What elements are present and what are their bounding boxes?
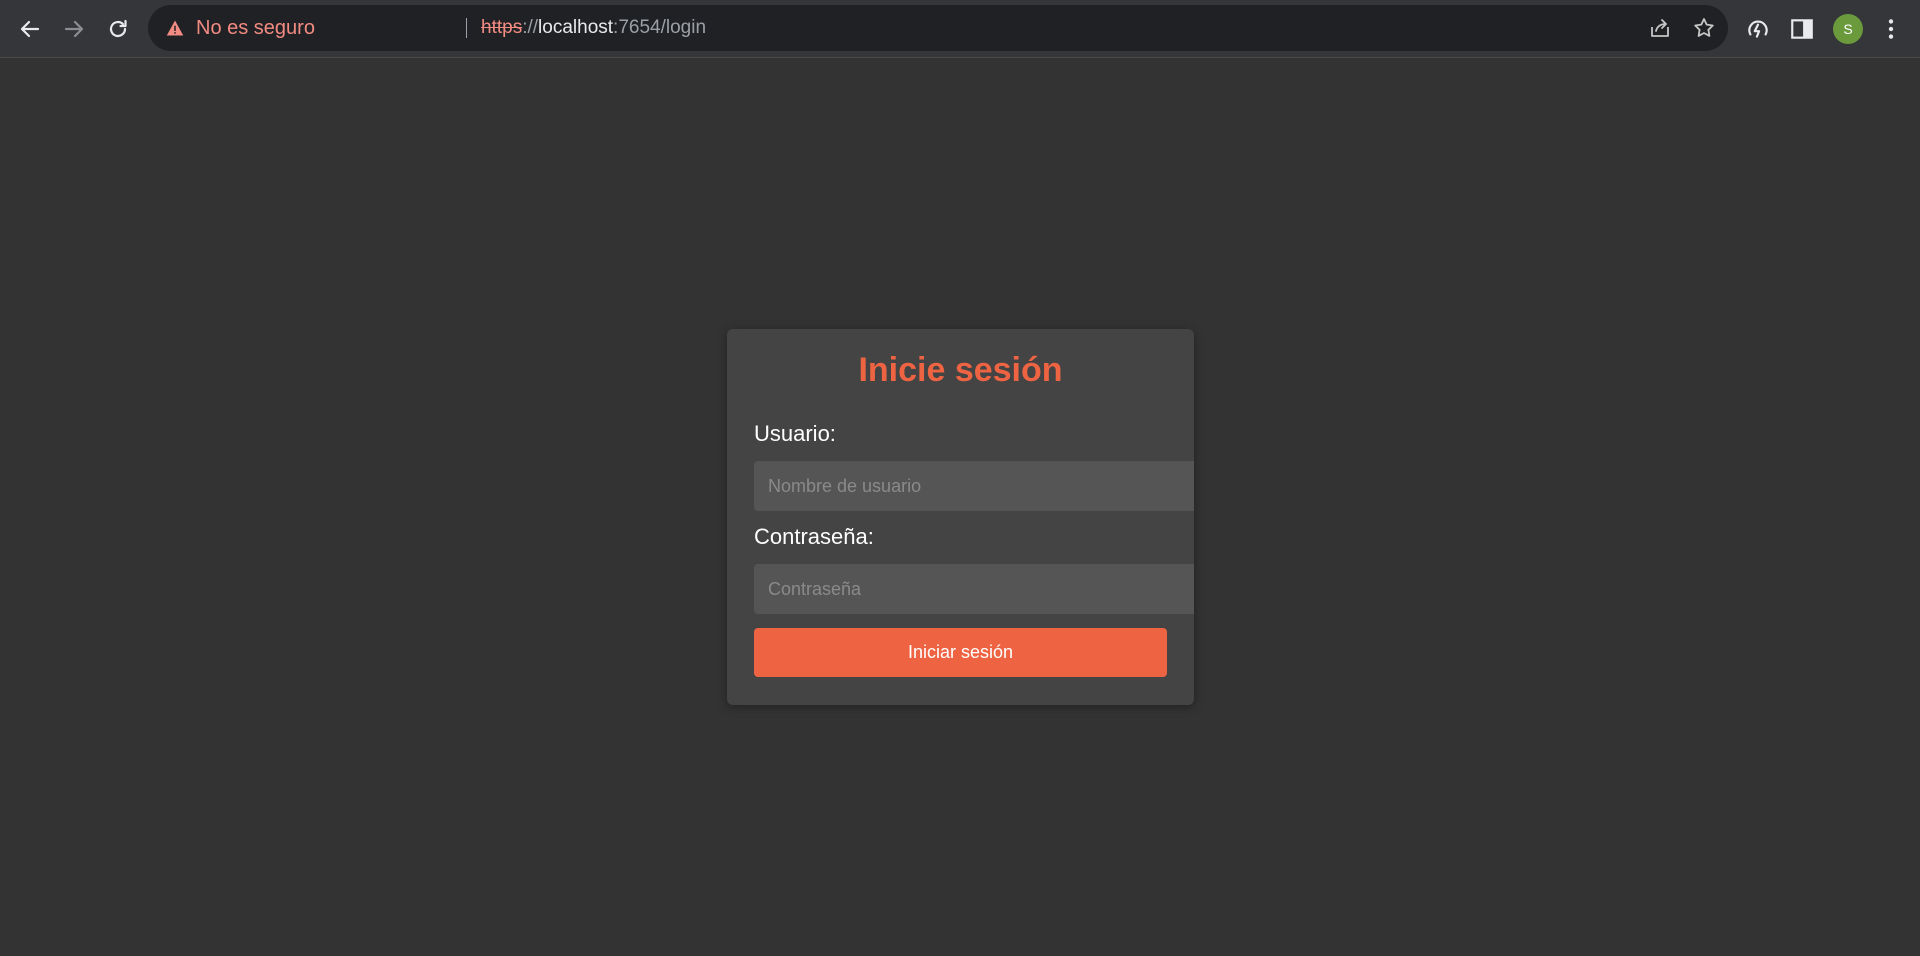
- more-menu-icon[interactable]: [1878, 16, 1904, 42]
- back-button[interactable]: [13, 12, 47, 46]
- login-title: Inicie sesión: [858, 351, 1063, 389]
- url-separator: ://: [522, 17, 539, 38]
- share-icon[interactable]: [1648, 16, 1672, 40]
- browser-toolbar: No es seguro https://localhost:7654/logi…: [0, 0, 1920, 58]
- star-icon[interactable]: [1692, 16, 1716, 40]
- reload-icon: [109, 19, 127, 38]
- username-label: Usuario:: [754, 421, 836, 446]
- url-scheme: https: [481, 17, 523, 38]
- warning-icon[interactable]: [166, 19, 184, 37]
- login-card: Inicie sesión Usuario: Contraseña: Inici…: [727, 329, 1194, 705]
- forward-button[interactable]: [57, 12, 91, 46]
- profile-avatar[interactable]: S: [1833, 14, 1863, 44]
- url-host: localhost: [538, 17, 614, 38]
- url-path: :7654/login: [613, 17, 707, 38]
- omnibox-divider: [466, 18, 467, 38]
- side-panel-icon[interactable]: [1789, 16, 1815, 42]
- url-text[interactable]: https://localhost:7654/login: [481, 5, 706, 51]
- password-input[interactable]: [754, 564, 1194, 614]
- security-status[interactable]: No es seguro: [196, 5, 315, 51]
- performance-icon[interactable]: [1745, 16, 1771, 42]
- username-input[interactable]: [754, 461, 1194, 511]
- arrow-left-icon: [20, 20, 40, 38]
- arrow-right-icon: [64, 20, 84, 38]
- password-label: Contraseña:: [754, 524, 874, 549]
- address-bar[interactable]: No es seguro https://localhost:7654/logi…: [148, 5, 1728, 51]
- login-submit-button[interactable]: Iniciar sesión: [754, 628, 1167, 677]
- reload-button[interactable]: [101, 12, 135, 46]
